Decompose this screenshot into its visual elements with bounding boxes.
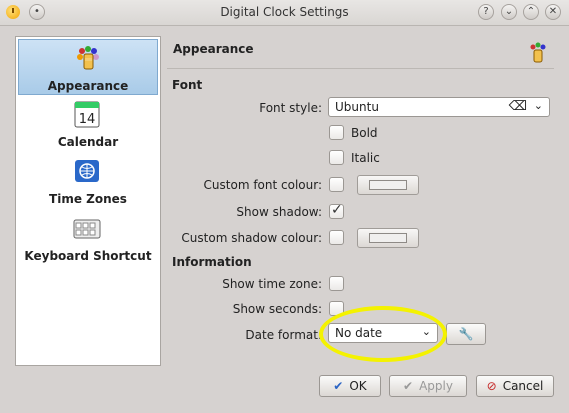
maximize-button[interactable]: ⌃ bbox=[523, 4, 539, 20]
font-style-value: Ubuntu bbox=[335, 100, 379, 114]
globe-icon bbox=[75, 160, 99, 182]
bold-label: Bold bbox=[351, 126, 378, 140]
sidebar-item-label: Calendar bbox=[57, 135, 119, 149]
information-group-title: Information bbox=[172, 255, 252, 269]
bold-checkbox[interactable] bbox=[329, 125, 344, 140]
checkmark-icon: ✓ bbox=[331, 202, 343, 218]
font-colour-button[interactable] bbox=[357, 175, 419, 195]
font-colour-swatch bbox=[369, 180, 407, 190]
shadow-colour-button[interactable] bbox=[357, 228, 419, 248]
clear-icon[interactable]: ⌫ bbox=[509, 99, 527, 114]
italic-checkbox[interactable] bbox=[329, 150, 344, 165]
custom-font-colour-label: Custom font colour: bbox=[203, 178, 322, 192]
date-format-config-button[interactable]: 🔧 bbox=[446, 323, 486, 345]
ok-button[interactable]: ✔ OK bbox=[319, 375, 381, 397]
check-icon: ✔ bbox=[403, 379, 414, 393]
sidebar-item-label: Time Zones bbox=[49, 192, 127, 206]
custom-font-colour-checkbox[interactable] bbox=[329, 177, 344, 192]
font-group-title: Font bbox=[172, 78, 203, 92]
help-button[interactable]: ? bbox=[478, 4, 494, 20]
ok-label: OK bbox=[349, 379, 367, 393]
title-bar: • Digital Clock Settings ? ⌄ ⌃ ✕ bbox=[0, 0, 569, 26]
chevron-down-icon[interactable]: ⌄ bbox=[534, 99, 543, 112]
custom-shadow-colour-label: Custom shadow colour: bbox=[181, 231, 322, 245]
appearance-icon bbox=[77, 46, 99, 70]
show-time-zone-checkbox[interactable] bbox=[329, 276, 344, 291]
sidebar-item-appearance[interactable]: Appearance bbox=[18, 39, 158, 95]
keyboard-icon bbox=[73, 219, 101, 239]
calendar-day: 14 bbox=[79, 112, 96, 127]
show-time-zone-label: Show time zone: bbox=[222, 277, 322, 291]
sidebar-item-time-zones[interactable]: Time Zones bbox=[18, 153, 158, 209]
date-format-label: Date format: bbox=[245, 328, 322, 342]
divider bbox=[167, 68, 554, 69]
show-shadow-label: Show shadow: bbox=[236, 205, 322, 219]
apply-button: ✔ Apply bbox=[389, 375, 467, 397]
custom-shadow-colour-checkbox[interactable] bbox=[329, 230, 344, 245]
appearance-icon bbox=[530, 42, 546, 63]
close-button[interactable]: ✕ bbox=[545, 4, 561, 20]
italic-label: Italic bbox=[351, 151, 380, 165]
cancel-icon: ⊘ bbox=[486, 379, 497, 393]
calendar-icon: 14 bbox=[74, 101, 100, 128]
apply-label: Apply bbox=[419, 379, 453, 393]
page-title: Appearance bbox=[173, 42, 254, 56]
sidebar-item-calendar[interactable]: 14 Calendar bbox=[18, 96, 158, 152]
sidebar-item-label: Appearance bbox=[47, 79, 129, 93]
cancel-button[interactable]: ⊘ Cancel bbox=[476, 375, 554, 397]
sidebar-item-keyboard-shortcut[interactable]: Keyboard Shortcut bbox=[18, 210, 158, 266]
minimize-button[interactable]: ⌄ bbox=[501, 4, 517, 20]
cancel-label: Cancel bbox=[502, 379, 544, 393]
annotation-highlight bbox=[319, 306, 447, 362]
font-style-label: Font style: bbox=[259, 101, 322, 115]
shadow-colour-swatch bbox=[369, 233, 407, 243]
font-style-combo[interactable]: Ubuntu ⌫ ⌄ bbox=[328, 97, 550, 117]
sidebar-item-label: Keyboard Shortcut bbox=[24, 249, 152, 263]
sidebar: Appearance 14 Calendar Time Zones Keyboa… bbox=[15, 36, 161, 366]
check-icon: ✔ bbox=[333, 379, 344, 393]
show-seconds-label: Show seconds: bbox=[232, 302, 322, 316]
wrench-icon: 🔧 bbox=[458, 327, 474, 341]
show-shadow-checkbox[interactable]: ✓ bbox=[329, 202, 344, 219]
